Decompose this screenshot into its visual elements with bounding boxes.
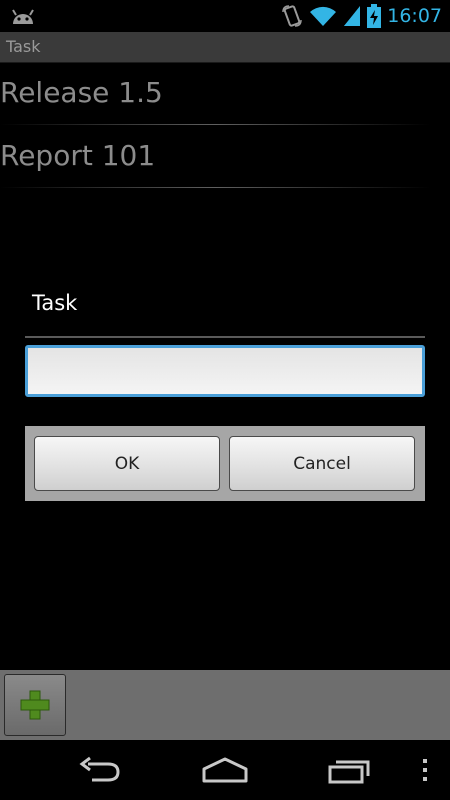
page-title: Task <box>6 37 41 56</box>
navigation-bar <box>0 740 450 800</box>
list-item[interactable]: Release 1.5 <box>0 62 450 125</box>
bottom-bar <box>0 670 450 740</box>
rotate-icon <box>282 5 302 27</box>
add-task-button[interactable] <box>4 674 66 736</box>
status-icons: 16:07 <box>281 0 442 32</box>
dialog-button-panel: OK Cancel <box>25 426 425 501</box>
home-button[interactable] <box>180 740 270 800</box>
battery-charging-icon <box>367 4 382 28</box>
list-item[interactable]: Report 101 <box>0 125 450 188</box>
wifi-icon <box>310 6 337 27</box>
list-divider <box>0 187 430 188</box>
overflow-menu-button[interactable] <box>400 740 450 800</box>
list-item-label: Release 1.5 <box>0 76 163 109</box>
task-list: Release 1.5 Report 101 <box>0 62 450 188</box>
back-button[interactable] <box>55 740 145 800</box>
title-bar: Task <box>0 32 450 63</box>
back-icon <box>79 756 120 782</box>
clock: 16:07 <box>387 5 442 27</box>
task-dialog: Task OK Cancel <box>25 273 425 503</box>
overflow-menu-icon <box>423 759 427 781</box>
ok-button[interactable]: OK <box>34 436 220 491</box>
plus-icon <box>20 690 50 720</box>
dialog-divider <box>25 336 425 338</box>
signal-icon <box>344 6 361 26</box>
recent-apps-button[interactable] <box>305 740 395 800</box>
status-bar: 16:07 <box>0 0 450 32</box>
dialog-title: Task <box>32 291 78 315</box>
home-icon <box>202 757 248 783</box>
task-input[interactable] <box>25 345 425 397</box>
recent-apps-icon <box>328 760 370 784</box>
list-item-label: Report 101 <box>0 139 156 172</box>
android-icon <box>12 9 34 24</box>
cancel-button[interactable]: Cancel <box>229 436 415 491</box>
